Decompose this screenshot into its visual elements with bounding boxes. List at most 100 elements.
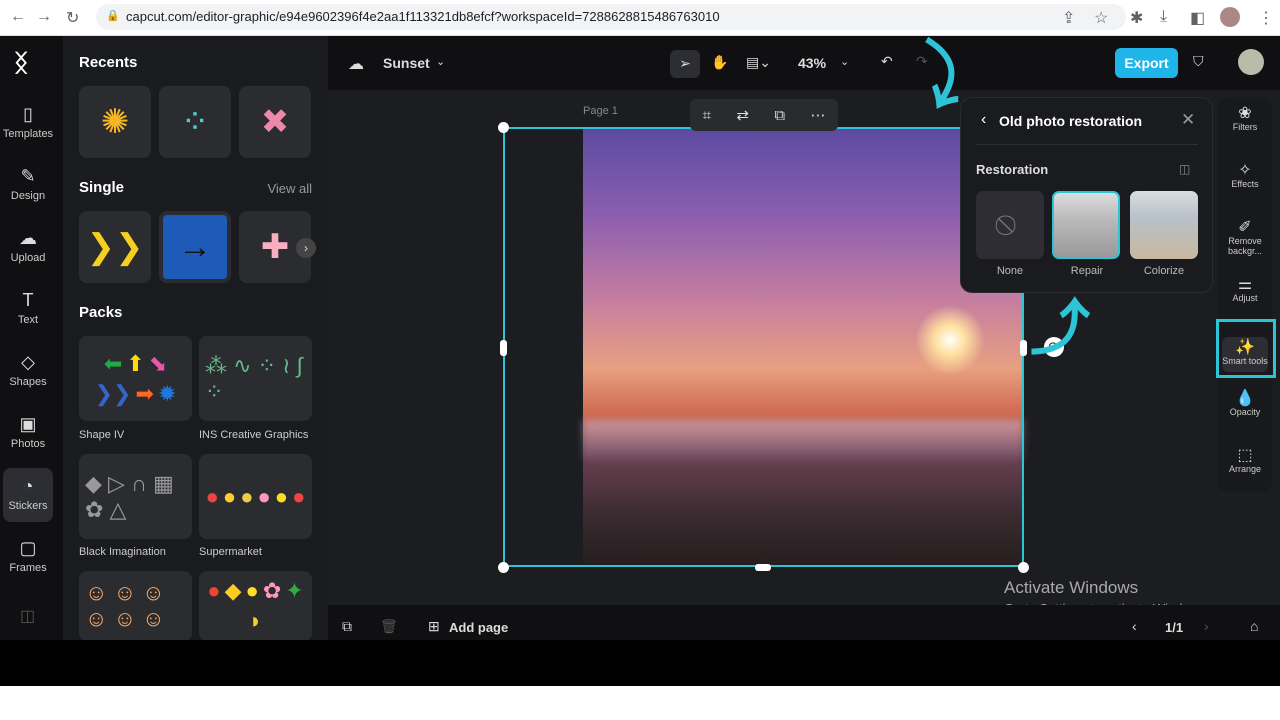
bottom-bar: ⧉ 🗑 ⊞ Add page ‹ 1/1 › ⌂ [328,605,1280,640]
back-chevron-icon[interactable]: ‹ [981,111,986,129]
arrange-icon: ⬚ [1237,447,1253,464]
tool-effects[interactable]: ✧ Effects [1218,163,1272,190]
bottom-handle[interactable] [755,564,771,571]
page-count: 1/1 [1165,620,1184,635]
side-handle[interactable] [1020,340,1027,356]
context-toolbar: ⌗ ⇄ ⧉ ⋯ [690,99,838,131]
pack-label: Black Imagination [79,546,166,558]
pack-black-imagination[interactable]: ◆ ▷ ∩ ▦ ✿ △ [79,454,192,539]
stickers-icon: ◔ [22,476,34,496]
filters-icon: ❀ [1238,105,1252,122]
menu-icon[interactable]: ⋮ [1258,8,1274,28]
resize-handle[interactable] [498,562,509,573]
option-repair[interactable] [1052,191,1120,259]
reload-icon[interactable]: ↻ [66,8,79,28]
project-name[interactable]: Sunset [383,55,430,71]
chevron-down-icon[interactable]: ⌄ [436,55,445,68]
view-all-link[interactable]: View all [267,181,312,196]
nav-templates[interactable]: ▯ Templates [0,96,56,150]
tool-filters[interactable]: ❀ Filters [1218,105,1272,133]
remove-icon: ✐ [1238,219,1252,236]
capcut-logo[interactable]: ᛝ [14,50,28,78]
single-sticker-arrow[interactable]: → [159,211,231,283]
top-toolbar: ☁ Sunset ⌄ ➢ ✋ ▤⌄ 43% ⌄ ↶ ↷ Export ⛉ [328,36,1280,90]
nav-label: Upload [10,252,46,264]
layout-size-button[interactable]: ▤⌄ [746,54,771,71]
close-icon[interactable]: ✕ [1181,110,1195,130]
tool-label: Effects [1231,179,1259,189]
pack-faces[interactable]: ☺ ☺ ☺ ☺ ☺ ☺ [79,571,192,641]
zoom-level[interactable]: 43% [798,55,826,71]
hand-tool-button[interactable]: ✋ [711,54,728,71]
tool-adjust[interactable]: ⚌ Adjust [1218,277,1272,304]
tool-opacity[interactable]: 💧 Opacity [1218,391,1272,418]
pack-fruits[interactable]: ● ◆ ● ✿ ✦ ◗ [199,571,312,641]
compare-icon[interactable]: ◫ [1179,162,1190,176]
single-sticker-chevrons[interactable]: ❯❯ [79,211,151,283]
add-page-icon[interactable]: ⊞ [428,618,440,635]
duplicate-page-icon[interactable]: ⧉ [342,618,352,635]
user-avatar[interactable] [1238,49,1264,75]
more-icon[interactable]: ⋯ [810,106,825,124]
tool-arrange[interactable]: ⬚ Arrange [1218,447,1272,475]
resize-handle[interactable] [498,122,509,133]
nav-upload[interactable]: ☁ Upload [0,220,56,274]
download-icon[interactable]: ⤓ [1160,8,1167,26]
nav-label: Photos [10,438,46,450]
tool-remove-backgr-[interactable]: ✐ Remove backgr... [1218,219,1272,257]
zoom-chevron-icon[interactable]: ⌄ [840,55,849,68]
back-icon[interactable]: ← [10,8,26,26]
nav-frames[interactable]: ▢ Frames [0,530,56,584]
nav-photos[interactable]: ▣ Photos [0,406,56,460]
shield-icon[interactable]: ⛉ [1193,53,1204,70]
lock-layout-icon[interactable]: ⌂ [1250,618,1258,634]
recent-sticker-3[interactable]: ✖ [239,86,311,158]
annotation-arrow: ⤴ [1030,295,1090,362]
scroll-right-button[interactable]: › [296,238,316,258]
divider [976,144,1198,145]
pack-supermarket[interactable]: ● ● ● ● ● ● [199,454,312,539]
pack-label: Supermarket [199,546,262,558]
option-label: Repair [1070,265,1104,277]
shapes-icon: ◇ [21,352,35,372]
recent-sticker-1[interactable]: ✺ [79,86,151,158]
forward-icon[interactable]: → [36,8,52,26]
smart-tools-highlight [1216,319,1276,378]
duplicate-icon[interactable]: ⧉ [774,107,785,124]
bookmark-star-icon[interactable]: ☆ [1094,8,1108,28]
selection-box[interactable] [503,127,1024,567]
undo-icon[interactable]: ↶ [881,53,893,70]
side-handle[interactable] [500,340,507,356]
prev-page-icon[interactable]: ‹ [1132,618,1137,634]
layout-icon[interactable]: ◫ [20,606,35,626]
nav-text[interactable]: T Text [0,282,56,336]
pack-ins-creative[interactable]: ⁂ ∿ ⁘ ≀ ∫ ⁘ [199,336,312,421]
tool-label: Opacity [1229,407,1261,417]
url-text: capcut.com/editor-graphic/e94e9602396f4e… [126,9,720,24]
select-tool-button[interactable]: ➢ [670,50,700,78]
tool-label: Adjust [1232,293,1258,303]
browser-toolbar: ← → ↻ 🔒 capcut.com/editor-graphic/e94e960… [0,0,1280,36]
address-bar[interactable]: 🔒 capcut.com/editor-graphic/e94e9602396f4… [96,4,1126,30]
tool-label: Arrange [1228,464,1262,474]
nav-label: Stickers [8,500,48,512]
nav-stickers[interactable]: ◔ Stickers [3,468,53,522]
pack-shape-iv[interactable]: ⬅ ⬆ ⬊ ❯❯ ➡ ✹ [79,336,192,421]
option-none[interactable]: ⃠ [976,191,1044,259]
old-photo-restoration-popup: ‹ Old photo restoration ✕ Restoration ◫ … [960,97,1213,293]
next-page-icon[interactable]: › [1204,618,1209,634]
sidepanel-icon[interactable]: ◧ [1190,8,1205,28]
recent-sticker-2[interactable]: ⁘ [159,86,231,158]
nav-shapes[interactable]: ◇ Shapes [0,344,56,398]
nav-design[interactable]: ✎ Design [0,158,56,212]
add-page-button[interactable]: Add page [449,620,508,635]
option-colorize[interactable] [1130,191,1198,259]
share-icon[interactable]: ⇪ [1062,8,1075,28]
export-button[interactable]: Export [1115,48,1178,78]
replace-icon[interactable]: ⇄ [736,106,749,124]
crop-icon[interactable]: ⌗ [703,107,711,124]
resize-handle[interactable] [1018,562,1029,573]
delete-page-icon[interactable]: 🗑 [380,618,398,635]
extensions-icon[interactable]: ✱ [1130,8,1143,28]
profile-avatar[interactable] [1220,7,1240,27]
